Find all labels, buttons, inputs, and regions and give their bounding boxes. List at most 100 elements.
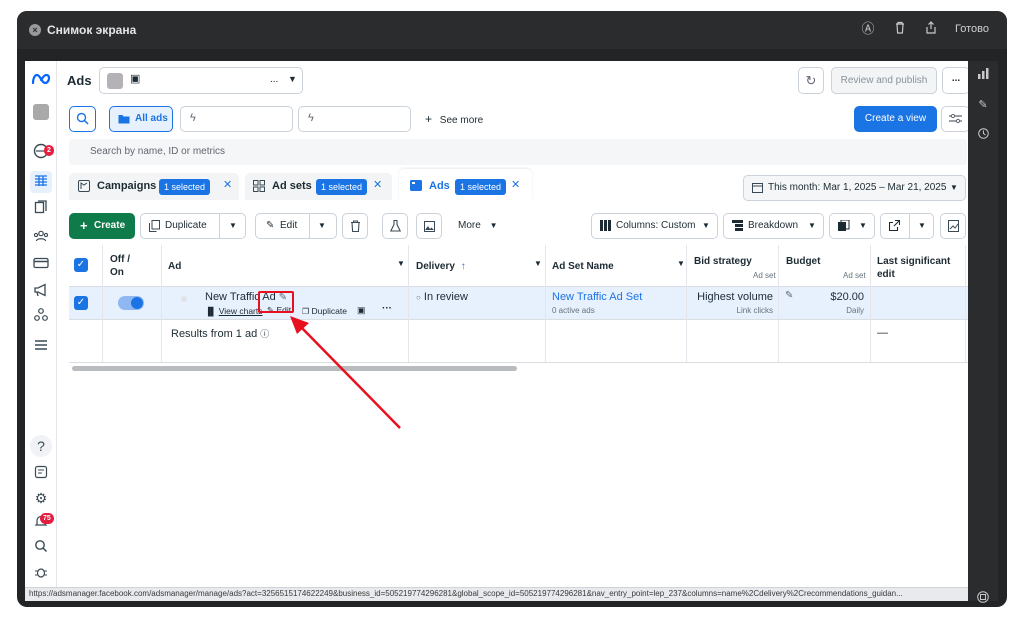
adset-active-count: 0 active ads <box>552 306 595 315</box>
select-all-checkbox[interactable]: ✓ <box>74 258 88 272</box>
bar-chart-icon[interactable] <box>976 68 990 82</box>
divider <box>909 214 910 238</box>
clear-selection-icon[interactable]: ✕ <box>373 178 382 191</box>
markup-icon[interactable]: Ⓐ <box>860 21 876 37</box>
more-dropdown[interactable]: More ▼ <box>458 220 498 231</box>
duplicate-button[interactable]: Duplicate ▼ <box>140 213 246 239</box>
all-ads-filter[interactable]: All ads <box>109 106 173 132</box>
breakdown-dropdown[interactable]: Breakdown ▼ <box>723 213 824 239</box>
horizontal-scrollbar[interactable] <box>72 366 517 371</box>
view-charts-link[interactable]: ▐▌ View charts <box>205 306 263 316</box>
tab-campaigns[interactable]: Campaigns 1 selected ✕ <box>69 173 239 200</box>
saved-filter-1[interactable]: ϟ <box>180 106 293 132</box>
adset-name-link[interactable]: New Traffic Ad Set <box>552 291 642 303</box>
chevron-down-icon[interactable]: ▼ <box>677 259 685 268</box>
row-checkbox[interactable]: ✓ <box>74 296 88 310</box>
notifications-badge: 2 <box>44 145 54 156</box>
export-dropdown[interactable]: ▼ <box>880 213 934 239</box>
columns-dropdown[interactable]: Columns: Custom ▼ <box>591 213 718 239</box>
column-delivery[interactable]: Delivery ↑ <box>416 261 466 272</box>
settings-gear-icon[interactable]: ⚙ <box>30 487 52 509</box>
delete-button[interactable] <box>342 213 368 239</box>
date-range-picker[interactable]: This month: Mar 1, 2025 – Mar 21, 2025 ▼ <box>743 175 966 201</box>
charts-button[interactable] <box>940 213 966 239</box>
clear-selection-icon[interactable]: ✕ <box>511 178 520 191</box>
search-icon[interactable] <box>30 537 52 559</box>
megaphone-icon[interactable] <box>30 281 52 303</box>
preview-button[interactable] <box>416 213 442 239</box>
column-offon[interactable]: Off / On <box>110 253 140 279</box>
column-last-significant-edit[interactable]: Last significant edit <box>877 255 957 281</box>
close-window-icon[interactable]: × <box>29 24 41 36</box>
trash-icon <box>351 220 360 232</box>
see-more-link[interactable]: + See more <box>425 112 483 126</box>
bug-report-icon[interactable] <box>30 563 52 585</box>
right-tool-panel: ✎ <box>968 61 998 603</box>
grid-icon <box>253 180 265 195</box>
campaigns-table-icon[interactable] <box>30 171 52 193</box>
header-more-button[interactable]: ... <box>942 67 970 94</box>
column-ad[interactable]: Ad <box>168 261 181 272</box>
column-adset-name[interactable]: Ad Set Name <box>552 261 614 272</box>
chevron-down-icon[interactable]: ▼ <box>397 259 405 268</box>
chevron-down-icon[interactable]: ▼ <box>318 214 326 237</box>
refresh-button[interactable]: ↻ <box>798 67 824 94</box>
pencil-icon[interactable]: ✎ <box>785 290 793 301</box>
account-selector[interactable]: ▣ ... ▼ <box>99 67 303 94</box>
breakdown-icon <box>732 214 743 240</box>
reports-dropdown[interactable]: ▼ <box>829 213 875 239</box>
sort-ascending-icon: ↑ <box>460 261 466 272</box>
billing-card-icon[interactable] <box>30 253 52 275</box>
tab-ads[interactable]: Ads 1 selected ✕ <box>399 169 532 201</box>
tab-ad-sets[interactable]: Ad sets 1 selected ✕ <box>245 173 392 200</box>
chevron-down-icon: ▼ <box>702 221 710 230</box>
chevron-down-icon[interactable]: ▼ <box>229 214 237 237</box>
share-icon[interactable] <box>923 21 939 37</box>
ab-test-button[interactable] <box>382 213 408 239</box>
saved-filter-2[interactable]: ϟ <box>298 106 411 132</box>
preview-icon[interactable]: ▣ <box>357 305 366 316</box>
column-bid-strategy[interactable]: Bid strategy <box>694 256 752 267</box>
screenshot-icon[interactable] <box>976 591 990 605</box>
duplicate-link[interactable]: ❐ Duplicate <box>302 306 347 316</box>
search-toggle-button[interactable] <box>69 106 96 132</box>
status-url: https://adsmanager.facebook.com/adsmanag… <box>29 589 903 598</box>
divider <box>69 362 976 363</box>
done-button[interactable]: Готово <box>955 23 989 35</box>
divider <box>161 245 162 362</box>
bid-strategy-value: Highest volume <box>697 291 773 303</box>
info-icon[interactable]: ⓘ <box>260 329 269 339</box>
ad-toggle[interactable] <box>118 296 144 310</box>
more-options-icon[interactable]: ··· <box>382 303 392 314</box>
meta-logo-icon[interactable] <box>30 69 52 91</box>
create-button[interactable]: + Create <box>69 213 135 239</box>
chart-icon <box>948 220 959 232</box>
pencil-icon[interactable]: ✎ <box>976 98 990 112</box>
chevron-down-icon: ▼ <box>918 221 926 230</box>
events-manager-icon[interactable] <box>30 307 52 329</box>
toggle-knob <box>131 297 143 309</box>
table-header <box>69 245 976 286</box>
edit-button[interactable]: ✎ Edit ▼ <box>255 213 337 239</box>
create-view-button[interactable]: Create a view <box>854 106 937 132</box>
review-publish-button[interactable]: Review and publish <box>831 67 937 94</box>
trash-icon[interactable] <box>892 21 908 37</box>
lightning-icon: ϟ <box>190 112 196 124</box>
column-budget[interactable]: Budget <box>786 256 820 267</box>
search-bar[interactable]: Search by name, ID or metrics <box>69 139 967 165</box>
pages-icon[interactable] <box>30 198 52 220</box>
all-tools-menu-icon[interactable] <box>30 335 52 357</box>
audiences-icon[interactable] <box>30 226 52 248</box>
clear-selection-icon[interactable]: ✕ <box>223 178 232 191</box>
results-last-edit: — <box>877 327 888 339</box>
ad-thumbnail <box>169 289 199 317</box>
feedback-icon[interactable] <box>30 463 52 485</box>
clock-icon[interactable] <box>976 128 990 142</box>
account-avatar[interactable] <box>30 101 52 123</box>
selected-pill: 1 selected <box>455 179 507 195</box>
chevron-down-icon: ▼ <box>950 183 958 192</box>
budget-sub: Ad set <box>843 271 866 280</box>
filter-settings-button[interactable] <box>941 106 970 132</box>
help-icon[interactable]: ? <box>30 435 52 457</box>
chevron-down-icon[interactable]: ▼ <box>534 259 542 268</box>
